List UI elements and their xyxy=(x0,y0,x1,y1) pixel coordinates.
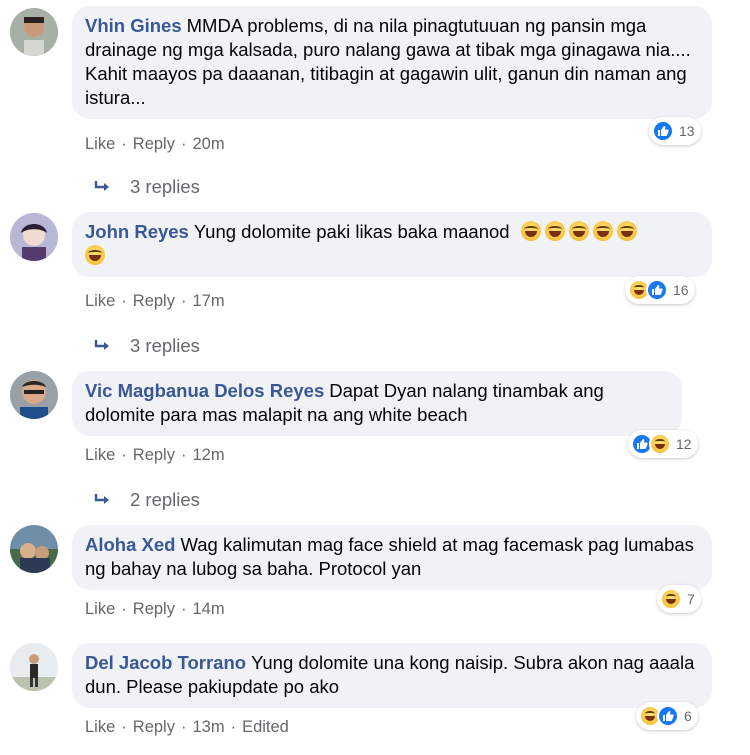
comment-author[interactable]: Aloha Xed xyxy=(85,534,175,555)
comment-time[interactable]: 13m xyxy=(192,718,224,737)
reaction-count: 7 xyxy=(687,591,695,607)
separator-dot: · xyxy=(230,718,237,736)
separator-dot: · xyxy=(121,446,127,464)
reply-button[interactable]: Reply xyxy=(133,292,175,311)
like-button[interactable]: Like xyxy=(85,600,115,619)
laughing-emoji-icon xyxy=(544,221,565,241)
replies-count[interactable]: 3 replies xyxy=(130,176,200,198)
separator-dot: · xyxy=(180,446,187,464)
view-replies-link[interactable]: 3 replies xyxy=(94,335,200,357)
separator-dot: · xyxy=(180,600,187,618)
reply-button[interactable]: Reply xyxy=(133,600,175,619)
separator-dot: · xyxy=(121,135,127,153)
comment-actions: Like · Reply · 17m xyxy=(85,292,225,311)
laughing-emoji-icon xyxy=(592,221,613,241)
comment-text: Wag kalimutan mag face shield at mag fac… xyxy=(85,534,700,579)
edited-label[interactable]: Edited xyxy=(242,718,289,737)
view-replies-link[interactable]: 3 replies xyxy=(94,176,200,198)
reply-button[interactable]: Reply xyxy=(133,446,175,465)
separator-dot: · xyxy=(121,600,127,618)
comment-author[interactable]: Vic Magbanua Delos Reyes xyxy=(85,380,324,401)
separator-dot: · xyxy=(121,718,127,736)
reply-arrow-icon xyxy=(94,181,109,191)
like-button[interactable]: Like xyxy=(85,292,115,311)
reply-arrow-icon xyxy=(94,340,109,350)
like-icon xyxy=(646,279,668,301)
laughing-emoji-icon xyxy=(568,221,589,241)
replies-count[interactable]: 2 replies xyxy=(130,489,200,511)
laughing-emoji-icon xyxy=(85,245,105,265)
separator-dot: · xyxy=(180,292,187,310)
comment-time[interactable]: 12m xyxy=(192,446,224,465)
comment-bubble: John Reyes Yung dolomite paki likas baka … xyxy=(72,212,712,277)
comment-author[interactable]: Del Jacob Torrano xyxy=(85,652,246,673)
avatar[interactable] xyxy=(10,213,58,261)
comment-actions: Like · Reply · 12m xyxy=(85,446,225,465)
haha-icon xyxy=(660,588,682,610)
avatar[interactable] xyxy=(10,643,58,691)
comment-bubble: Aloha Xed Wag kalimutan mag face shield a… xyxy=(72,525,712,590)
like-button[interactable]: Like xyxy=(85,718,115,737)
reply-button[interactable]: Reply xyxy=(133,135,175,154)
comment-time[interactable]: 20m xyxy=(192,135,224,154)
comment-actions: Like · Reply · 14m xyxy=(85,600,225,619)
reactions-summary[interactable]: 6 xyxy=(636,702,698,730)
comment-text: Yung dolomite paki likas baka maanod xyxy=(193,221,510,242)
view-replies-link[interactable]: 2 replies xyxy=(94,489,200,511)
comment-bubble: Vhin Gines MMDA problems, di na nila pina… xyxy=(72,6,712,119)
avatar[interactable] xyxy=(10,371,58,419)
like-button[interactable]: Like xyxy=(85,135,115,154)
reactions-summary[interactable]: 16 xyxy=(625,276,695,304)
reply-arrow-icon xyxy=(94,494,109,504)
reaction-count: 12 xyxy=(676,436,692,452)
avatar[interactable] xyxy=(10,8,58,56)
comment-time[interactable]: 14m xyxy=(192,600,224,619)
replies-count[interactable]: 3 replies xyxy=(130,335,200,357)
reaction-count: 6 xyxy=(684,708,692,724)
haha-icon xyxy=(649,433,671,455)
reaction-count: 13 xyxy=(679,123,695,139)
laughing-emoji-icon xyxy=(616,221,637,241)
reactions-summary[interactable]: 13 xyxy=(649,117,701,145)
comment-author[interactable]: John Reyes xyxy=(85,221,189,242)
like-button[interactable]: Like xyxy=(85,446,115,465)
comment-actions: Like · Reply · 20m xyxy=(85,135,225,154)
reaction-count: 16 xyxy=(673,282,689,298)
separator-dot: · xyxy=(180,135,187,153)
reactions-summary[interactable]: 12 xyxy=(628,430,698,458)
like-icon xyxy=(652,120,674,142)
separator-dot: · xyxy=(180,718,187,736)
comment-author[interactable]: Vhin Gines xyxy=(85,15,182,36)
laughing-emoji-icon xyxy=(520,221,541,241)
comment-actions: Like · Reply · 13m · Edited xyxy=(85,718,289,737)
comment-bubble: Del Jacob Torrano Yung dolomite una kong … xyxy=(72,643,712,708)
reply-button[interactable]: Reply xyxy=(133,718,175,737)
comment-time[interactable]: 17m xyxy=(192,292,224,311)
reactions-summary[interactable]: 7 xyxy=(657,585,701,613)
like-icon xyxy=(657,705,679,727)
separator-dot: · xyxy=(121,292,127,310)
avatar[interactable] xyxy=(10,525,58,573)
comment-bubble: Vic Magbanua Delos Reyes Dapat Dyan nalan… xyxy=(72,371,682,436)
